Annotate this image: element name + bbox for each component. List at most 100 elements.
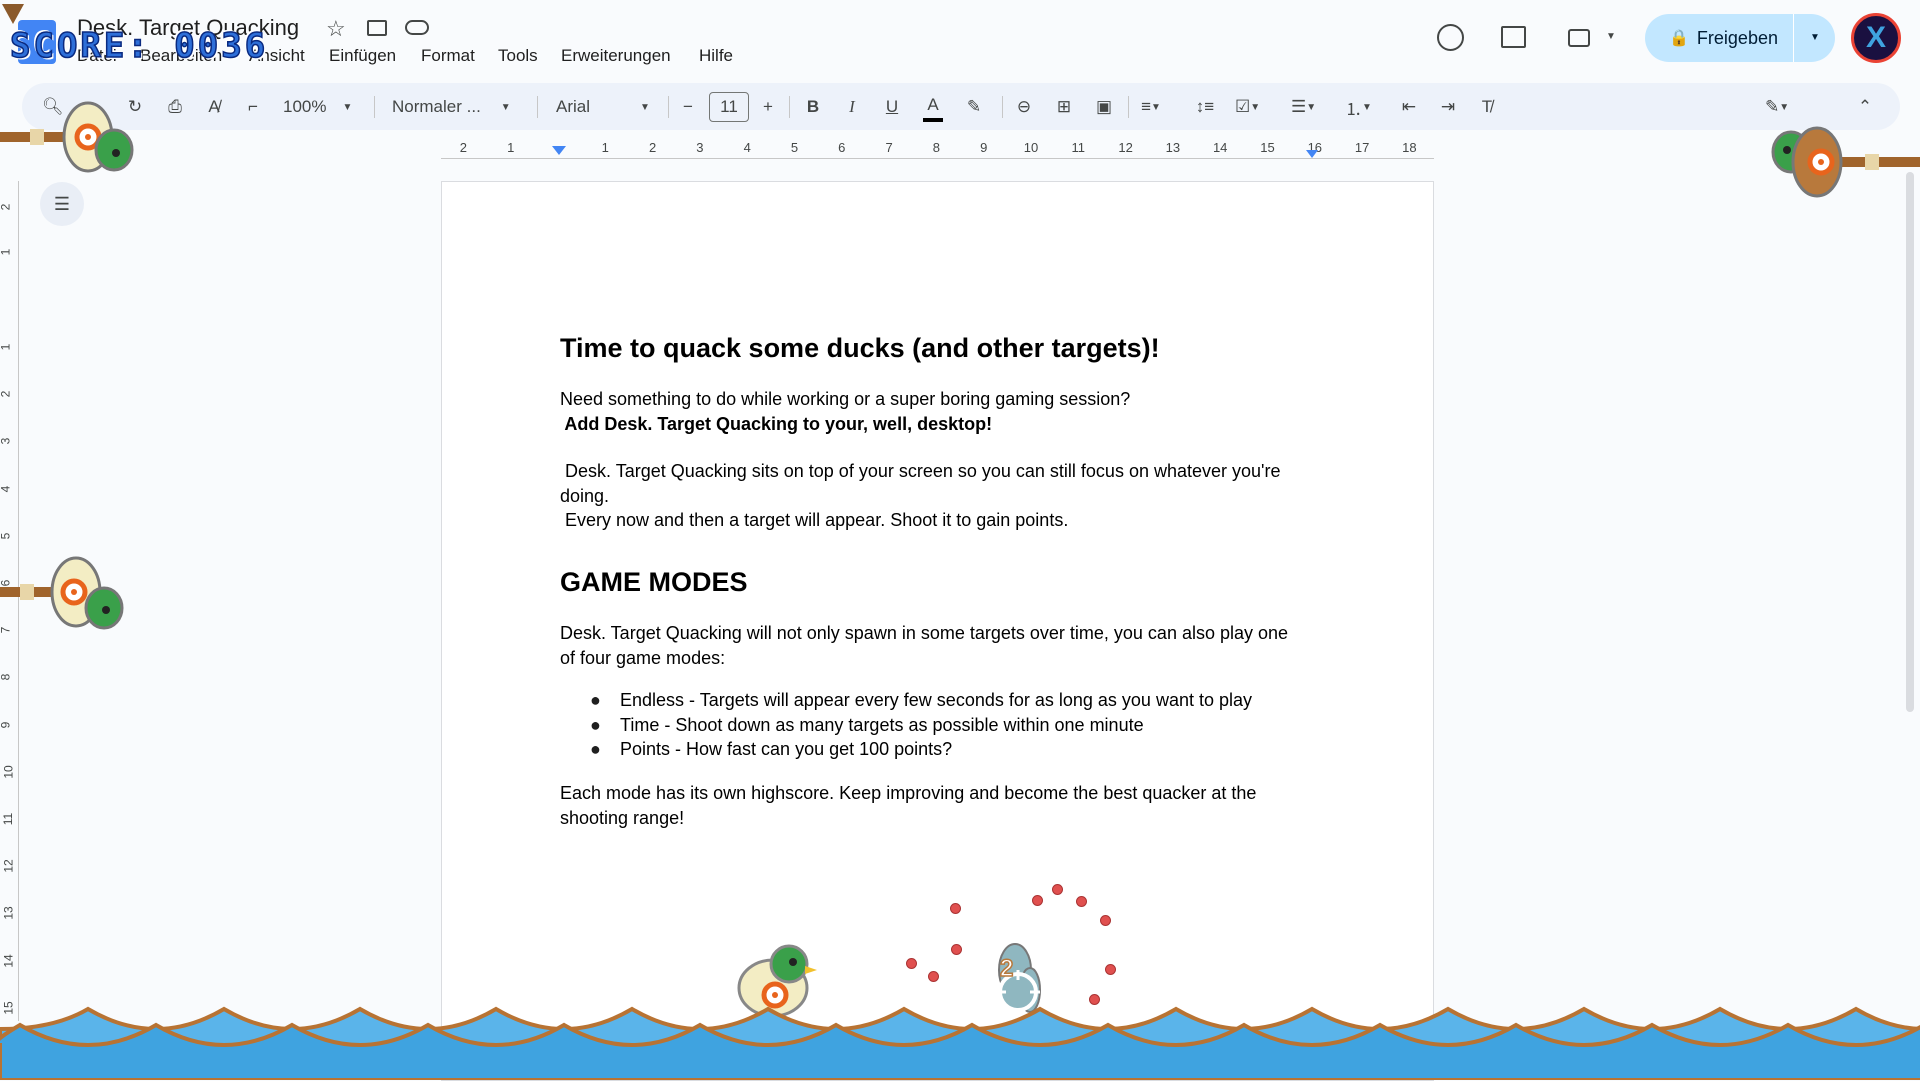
star-icon[interactable]: ☆ [326,16,346,42]
paragraph: Desk. Target Quacking sits on top of you… [560,461,1280,482]
zoom-select[interactable]: 100%▼ [283,92,352,122]
clear-formatting-icon[interactable]: T̸ [1477,92,1497,122]
ruler-label: 14 [1213,140,1227,155]
right-indent-marker[interactable] [1306,150,1318,158]
text-color-button[interactable]: A [923,92,943,122]
menu-tools[interactable]: Tools [498,46,538,66]
ruler-label: 4 [0,485,12,492]
ruler-label: 13 [2,907,16,920]
ruler-label: 8 [933,140,940,155]
align-icon[interactable]: ≡▼ [1141,92,1161,122]
ruler-label: 5 [791,140,798,155]
shot-particle [906,958,917,969]
ruler-label: 5 [0,532,12,539]
comments-icon[interactable] [1501,26,1526,48]
ruler-label: 8 [0,674,12,681]
style-select[interactable]: Normaler ...▼ [392,92,511,122]
menu-erweiterungen[interactable]: Erweiterungen [561,46,671,66]
font-value: Arial [556,97,590,117]
document-outline-button[interactable]: ☰ [40,182,84,226]
shot-particle [951,944,962,955]
ruler-label: 4 [744,140,751,155]
shot-particle [1052,884,1063,895]
collapse-toolbar-icon[interactable]: ⌃ [1855,92,1875,122]
list-item: Time - Shoot down as many targets as pos… [620,715,1144,736]
ruler-label: 11 [1,813,15,825]
horizontal-ruler[interactable] [441,158,1434,159]
ruler-label: 1 [0,344,12,351]
link-icon[interactable]: ⊖ [1014,92,1034,122]
ruler-label: 7 [885,140,892,155]
ruler-label: 10 [2,765,16,778]
list-bullet: ● [590,690,601,711]
ruler-label: 12 [1118,140,1132,155]
ruler-label: 15 [1260,140,1274,155]
spellcheck-icon[interactable]: A̸ [204,92,224,122]
paragraph: Each mode has its own highscore. Keep im… [560,783,1256,804]
ruler-label: 2 [460,140,467,155]
ruler-label: 12 [2,860,16,873]
wave-front [0,1025,1920,1080]
paragraph: shooting range! [560,808,684,829]
shot-particle [1105,964,1116,975]
paragraph: doing. [560,486,609,507]
decrease-indent-icon[interactable]: ⇤ [1399,92,1419,122]
line-spacing-icon[interactable]: ↕≡ [1195,92,1215,122]
paint-format-icon[interactable]: ⌐ [243,92,263,122]
cloud-saved-icon[interactable] [405,20,429,35]
shot-particle [1089,994,1100,1005]
menu-hilfe[interactable]: Hilfe [699,46,733,66]
checklist-icon[interactable]: ☑▼ [1235,92,1260,122]
version-history-icon[interactable] [1437,24,1464,51]
increase-indent-icon[interactable]: ⇥ [1438,92,1458,122]
editing-mode-icon[interactable]: ✎▼ [1765,92,1789,122]
print-icon[interactable]: ⎙ [165,92,185,122]
scrollbar[interactable] [1906,172,1914,712]
highlight-icon[interactable]: ✎ [964,92,984,122]
underline-button[interactable]: U [882,92,902,122]
bulleted-list-icon[interactable]: ☰▼ [1291,92,1316,122]
list-bullet: ● [590,739,601,760]
ruler-label: 17 [1355,140,1369,155]
italic-button[interactable]: I [842,92,862,122]
ruler-label: 1 [602,140,609,155]
shot-particle [928,971,939,982]
paragraph: Every now and then a target will appear.… [560,510,1068,531]
numbered-list-icon[interactable]: ⒈▼ [1345,92,1372,122]
move-folder-icon[interactable] [367,20,387,36]
shot-particle [1032,895,1043,906]
left-indent-marker[interactable] [552,146,566,155]
list-bullet: ● [590,715,601,736]
water-waves [0,1005,1920,1080]
duck-target-on-stick[interactable] [0,95,140,185]
paragraph: Desk. Target Quacking will not only spaw… [560,623,1288,644]
font-select[interactable]: Arial▼ [556,92,650,122]
share-button[interactable]: 🔒 Freigeben ▼ [1645,14,1835,62]
duck-target-on-stick[interactable] [0,550,130,640]
add-comment-icon[interactable]: ⊞ [1054,92,1074,122]
heading-game-modes: GAME MODES [560,567,748,598]
duck-target-on-stick[interactable] [1765,120,1920,210]
increase-font-size-button[interactable]: + [758,92,778,122]
shot-particle [950,903,961,914]
shot-particle [1100,915,1111,926]
bold-button[interactable]: B [803,92,823,122]
ruler-label: 13 [1166,140,1180,155]
ruler-label: 18 [1402,140,1416,155]
lock-icon: 🔒 [1669,28,1689,48]
decrease-font-size-button[interactable]: − [678,92,698,122]
font-size-input[interactable]: 11 [709,92,749,122]
style-value: Normaler ... [392,97,481,117]
insert-image-icon[interactable]: ▣ [1094,92,1114,122]
avatar[interactable]: X [1851,13,1901,63]
meet-caret-icon[interactable]: ▼ [1606,31,1616,42]
ruler-label: 2 [0,391,12,398]
share-caret-icon[interactable]: ▼ [1810,32,1820,43]
zoom-value: 100% [283,97,326,117]
heading-intro: Time to quack some ducks (and other targ… [560,333,1160,364]
meet-icon[interactable] [1568,29,1590,47]
ruler-label: 11 [1072,140,1086,155]
ruler-label: 9 [0,721,12,728]
menu-einfuegen[interactable]: Einfügen [329,46,396,66]
menu-format[interactable]: Format [421,46,475,66]
